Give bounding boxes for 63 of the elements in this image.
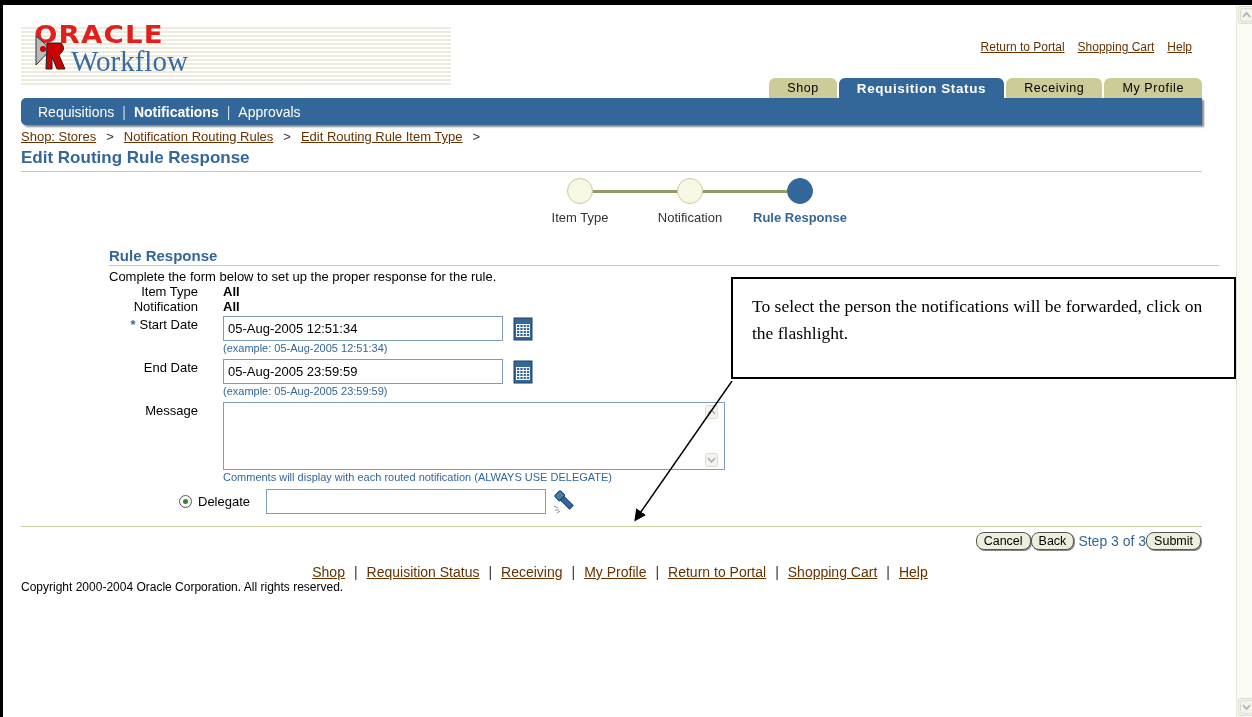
field-value: All	[223, 299, 240, 314]
footer-link[interactable]: My Profile	[584, 564, 647, 580]
page-title: Edit Routing Rule Response	[21, 148, 1202, 172]
field-label: Start Date	[139, 317, 198, 334]
footer-link[interactable]: Return to Portal	[668, 564, 767, 580]
footer-link[interactable]: Shopping Cart	[787, 564, 878, 580]
date-field[interactable]: 05-Aug-2005 12:51:34	[223, 316, 503, 341]
footer-separator: |	[775, 564, 779, 580]
footer-separator: |	[655, 564, 660, 580]
callout-note: To select the person the notifications will be forwarded, click on the flashlight.	[731, 277, 1236, 379]
field-hint: (example: 05-Aug-2005 23:59:59)	[223, 385, 389, 397]
section-title: Rule Response	[109, 247, 1219, 266]
calendar-icon[interactable]	[513, 359, 533, 384]
field-value: All	[223, 284, 240, 299]
footer-separator: |	[353, 564, 358, 580]
footer-link[interactable]: Requisition Status	[366, 564, 480, 580]
breadcrumb-separator: >	[106, 129, 114, 144]
logo-product: Workflow	[71, 45, 188, 77]
subtab[interactable]: Approvals	[238, 103, 301, 120]
global-link[interactable]: Help	[1167, 40, 1192, 54]
footer-separator: |	[488, 564, 493, 580]
footer-link[interactable]: Help	[898, 564, 928, 580]
logo-brand: ORACLE	[34, 22, 164, 48]
step-indicator: Step 3 of 3	[1078, 533, 1147, 549]
breadcrumb-link[interactable]: Edit Routing Rule Item Type	[300, 129, 463, 144]
separator: |	[226, 103, 231, 120]
copyright: Copyright 2000-2004 Oracle Corporation. All rights reserved.	[21, 580, 345, 594]
field-label: End Date	[143, 360, 198, 377]
tab[interactable]: My Profile	[1104, 78, 1202, 98]
train-step-label: Item Type	[551, 210, 609, 225]
message-field[interactable]	[223, 402, 725, 470]
breadcrumb-separator: >	[472, 129, 481, 144]
cancel-button[interactable]: Cancel	[975, 532, 1031, 550]
footer-separator: |	[571, 564, 576, 580]
global-link[interactable]: Return to Portal	[980, 40, 1065, 54]
subtab[interactable]: Notifications	[133, 103, 219, 120]
separator: |	[122, 103, 126, 120]
breadcrumb-link[interactable]: Shop: Stores	[21, 129, 97, 144]
field-label: Notification	[133, 299, 198, 314]
field-label: Item Type	[141, 284, 198, 299]
train-step-label: Notification	[657, 210, 723, 225]
instructions: Complete the form below to set up the proper response for the rule.	[109, 269, 498, 284]
field-label: Message	[145, 403, 198, 420]
date-field[interactable]: 05-Aug-2005 23:59:59	[223, 359, 503, 384]
submit-button[interactable]: Submit	[1146, 532, 1201, 550]
field-hint: (example: 05-Aug-2005 12:51:34)	[223, 342, 389, 354]
breadcrumb-link[interactable]: Notification Routing Rules	[123, 129, 274, 144]
breadcrumb-separator: >	[283, 129, 291, 144]
tab[interactable]: Receiving	[1006, 78, 1103, 98]
tab[interactable]: Shop	[769, 78, 837, 98]
footer-link[interactable]: Shop	[312, 564, 345, 580]
subtab[interactable]: Requisitions	[38, 103, 115, 120]
global-link[interactable]: Shopping Cart	[1077, 40, 1155, 54]
calendar-icon[interactable]	[513, 316, 533, 341]
back-button[interactable]: Back	[1030, 532, 1075, 550]
delegate-label: Delegate	[198, 493, 251, 509]
delegate-field[interactable]	[266, 488, 547, 514]
footer-separator: |	[886, 564, 890, 580]
footer-link[interactable]: Receiving	[501, 564, 563, 580]
train-step-label: Rule Response	[753, 210, 847, 225]
required-mark: *	[130, 317, 136, 334]
tab[interactable]: Requisition Status	[838, 78, 1005, 98]
field-hint: Comments will display with each routed notification (ALWAYS USE DELEGATE)	[223, 471, 613, 483]
